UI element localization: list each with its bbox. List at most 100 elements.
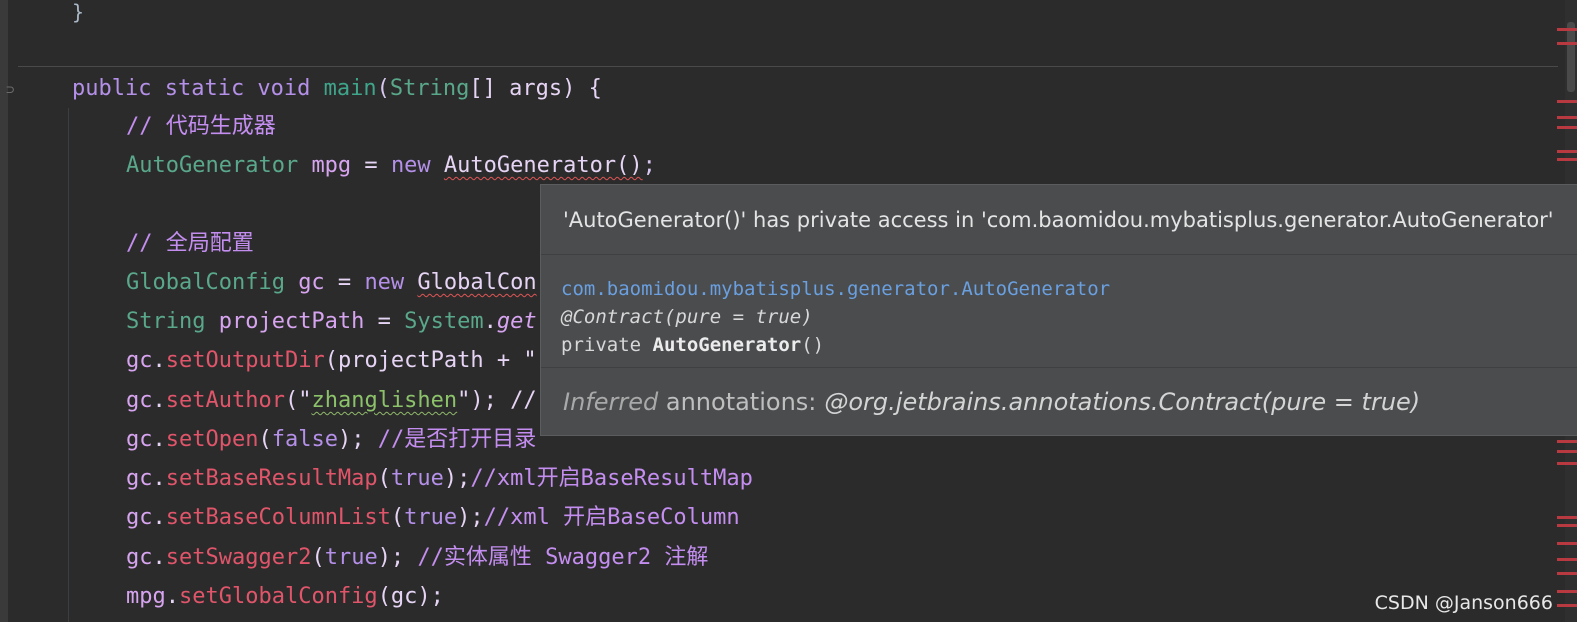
code-token: gc bbox=[126, 466, 153, 491]
error-message: 'AutoGenerator()' has private access in … bbox=[541, 185, 1577, 255]
error-marker[interactable] bbox=[1557, 604, 1577, 607]
code-token: true bbox=[404, 505, 458, 530]
code-token: ); bbox=[377, 545, 418, 570]
code-line[interactable]: AutoGenerator mpg = new AutoGenerator(); bbox=[126, 151, 656, 181]
error-marker[interactable] bbox=[1557, 126, 1577, 129]
code-token: setOutputDir bbox=[165, 348, 325, 373]
doc-body: com.baomidou.mybatisplus.generator.AutoG… bbox=[561, 275, 1110, 359]
code-line[interactable]: gc.setOpen(false); //是否打开目录 bbox=[126, 425, 536, 455]
code-token: ( bbox=[390, 505, 405, 530]
code-token: . bbox=[165, 584, 179, 609]
code-token: ); bbox=[337, 427, 378, 452]
code-line[interactable]: gc.setSwagger2(true); //实体属性 Swagger2 注解 bbox=[126, 543, 708, 573]
error-marker[interactable] bbox=[1557, 516, 1577, 519]
code-token: AutoGenerator() bbox=[443, 153, 643, 178]
code-token: . bbox=[152, 388, 166, 413]
code-token: new bbox=[390, 153, 444, 178]
code-token: new bbox=[364, 270, 418, 295]
inferred-annotations: Inferred annotations: @org.jetbrains.anno… bbox=[541, 367, 1577, 435]
annotations-label: annotations: bbox=[658, 388, 817, 416]
quick-doc-tooltip: 'AutoGenerator()' has private access in … bbox=[540, 184, 1577, 436]
error-marker[interactable] bbox=[1557, 100, 1577, 103]
code-token: gc bbox=[126, 348, 153, 373]
code-token: public static void bbox=[72, 76, 324, 101]
code-token: ; bbox=[642, 153, 656, 178]
error-marker[interactable] bbox=[1557, 150, 1577, 153]
error-marker[interactable] bbox=[1557, 450, 1577, 453]
error-marker[interactable] bbox=[1557, 572, 1577, 575]
error-marker[interactable] bbox=[1557, 158, 1577, 161]
code-token: . bbox=[152, 348, 166, 373]
constructor-signature: private AutoGenerator() bbox=[561, 331, 1110, 359]
code-token: setOpen bbox=[165, 427, 259, 452]
signature-modifier: private bbox=[561, 334, 653, 356]
code-token: GlobalConfig bbox=[126, 270, 299, 295]
signature-name: AutoGenerator bbox=[652, 334, 802, 356]
code-line[interactable]: gc.setBaseResultMap(true);//xml开启BaseRes… bbox=[126, 464, 753, 494]
fold-icon[interactable]: ⊃ bbox=[6, 82, 14, 98]
code-token: true bbox=[324, 545, 378, 570]
error-marker[interactable] bbox=[1557, 524, 1577, 527]
contract-annotation: @Contract(pure = true) bbox=[561, 306, 813, 328]
code-token: setGlobalConfig bbox=[179, 584, 378, 609]
error-marker[interactable] bbox=[1557, 462, 1577, 465]
code-line[interactable]: public static void main(String[] args) { bbox=[72, 74, 602, 104]
code-token: gc bbox=[126, 545, 153, 570]
closing-brace: } bbox=[72, 0, 85, 24]
code-token: //xml开启BaseResultMap bbox=[470, 466, 753, 491]
code-token: GlobalCon bbox=[417, 270, 537, 295]
code-token: false bbox=[271, 427, 338, 452]
code-token: // 全局配置 bbox=[126, 231, 254, 256]
code-line[interactable]: // 全局配置 bbox=[126, 229, 254, 259]
code-token: = bbox=[364, 309, 405, 334]
code-line[interactable]: mpg.setGlobalConfig(gc); bbox=[126, 582, 444, 612]
code-token: mpg bbox=[126, 584, 166, 609]
error-marker[interactable] bbox=[1557, 590, 1577, 593]
method-separator bbox=[18, 66, 1558, 67]
code-token: //是否打开目录 bbox=[377, 427, 537, 452]
code-token: ( bbox=[311, 545, 325, 570]
class-link[interactable]: com.baomidou.mybatisplus.generator.AutoG… bbox=[561, 275, 1110, 303]
code-token: gc bbox=[126, 427, 153, 452]
code-line[interactable]: GlobalConfig gc = new GlobalCon bbox=[126, 268, 537, 298]
code-token: gc bbox=[126, 388, 153, 413]
code-token: System bbox=[404, 309, 484, 334]
code-token: gc bbox=[298, 270, 325, 295]
code-token: "); // bbox=[457, 388, 537, 413]
error-marker[interactable] bbox=[1557, 28, 1577, 31]
inferred-annotation-value[interactable]: @org.jetbrains.annotations.Contract(pure… bbox=[824, 388, 1420, 416]
code-token: main bbox=[323, 76, 377, 101]
error-marker[interactable] bbox=[1557, 558, 1577, 561]
code-line[interactable]: gc.setBaseColumnList(true);//xml 开启BaseC… bbox=[126, 503, 740, 533]
inferred-label: Inferred bbox=[563, 388, 659, 416]
code-token: ( bbox=[376, 76, 390, 101]
signature-params: () bbox=[801, 334, 825, 356]
code-token: setAuthor bbox=[165, 388, 285, 413]
code-token: = bbox=[324, 270, 365, 295]
code-token: mpg bbox=[311, 153, 352, 178]
scroll-thumb[interactable] bbox=[1567, 22, 1575, 92]
code-line[interactable]: gc.setOutputDir(projectPath + " bbox=[126, 346, 537, 376]
code-token: get bbox=[496, 309, 537, 334]
code-line[interactable]: gc.setAuthor("zhanglishen"); // bbox=[126, 386, 537, 416]
code-token: //实体属性 Swagger2 注解 bbox=[417, 545, 709, 570]
code-token: (gc); bbox=[377, 584, 444, 609]
code-token: gc bbox=[126, 505, 153, 530]
code-token: zhanglishen bbox=[311, 388, 458, 413]
code-token: setSwagger2 bbox=[165, 545, 312, 570]
code-token: (projectPath + " bbox=[324, 348, 537, 373]
code-token: ( bbox=[377, 466, 391, 491]
code-token: ); bbox=[443, 466, 471, 491]
error-marker[interactable] bbox=[1557, 42, 1577, 45]
code-token: ); bbox=[457, 505, 484, 530]
code-token: //xml 开启BaseColumn bbox=[483, 505, 740, 530]
error-marker[interactable] bbox=[1557, 440, 1577, 443]
code-token: . bbox=[152, 466, 166, 491]
code-token: setBaseResultMap bbox=[165, 466, 378, 491]
code-line[interactable]: String projectPath = System.get bbox=[126, 307, 537, 337]
code-line[interactable]: // 代码生成器 bbox=[126, 112, 276, 142]
error-marker[interactable] bbox=[1557, 542, 1577, 545]
error-marker[interactable] bbox=[1557, 116, 1577, 119]
code-token: true bbox=[390, 466, 444, 491]
code-token: . bbox=[152, 427, 166, 452]
